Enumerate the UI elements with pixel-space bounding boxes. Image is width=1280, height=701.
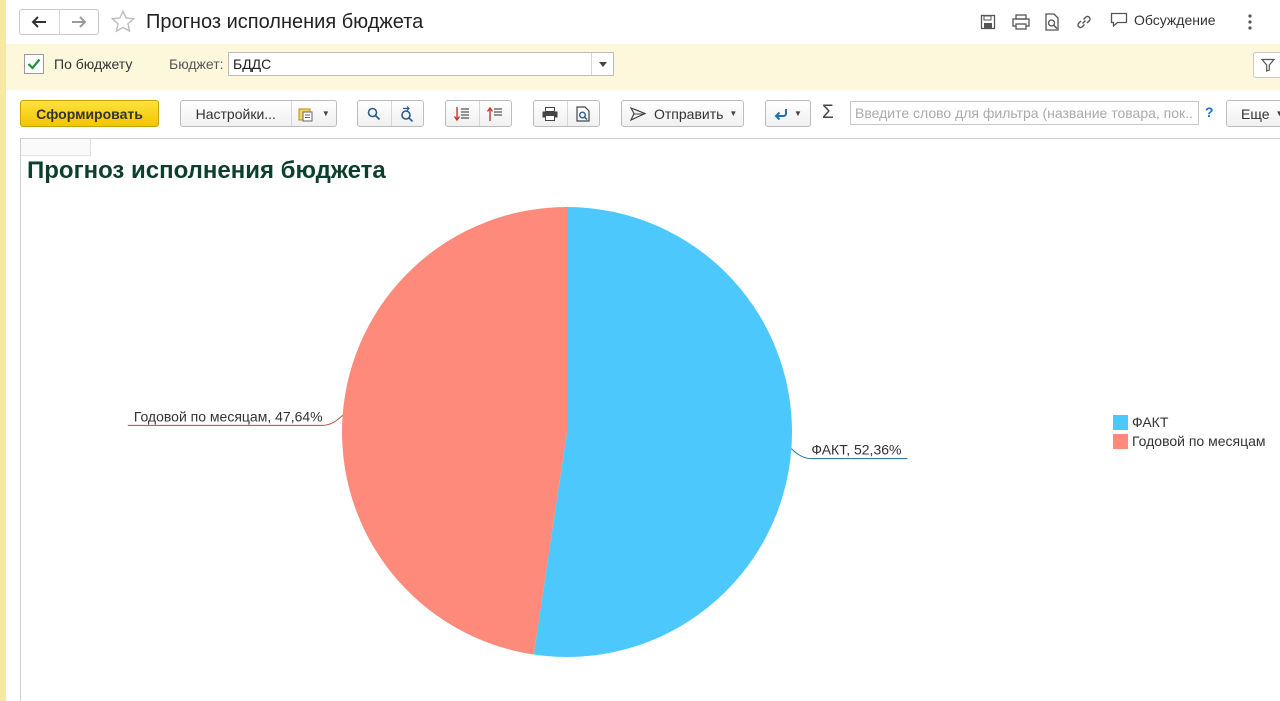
checkmark-icon [27, 58, 41, 70]
budget-dropdown-button[interactable] [591, 53, 613, 75]
discussion-button[interactable]: Обсуждение [1110, 12, 1216, 28]
by-budget-checkbox[interactable] [24, 54, 44, 74]
pie-slice-1[interactable] [533, 207, 793, 657]
chevron-down-icon [598, 61, 607, 67]
collapse-groups-button[interactable] [478, 101, 511, 126]
discussion-label: Обсуждение [1134, 12, 1216, 28]
send-button[interactable]: Отправить ▼ [621, 100, 744, 127]
legend-swatch-2 [1113, 434, 1128, 449]
by-budget-label: По бюджету [54, 56, 133, 72]
settings-label: Настройки... [195, 105, 276, 122]
send-label: Отправить [654, 105, 724, 122]
sum-icon[interactable]: Σ [822, 102, 834, 124]
print-preview-icon [576, 105, 591, 122]
funnel-icon [1261, 58, 1275, 72]
variant-dropdown-button[interactable]: ▼ [290, 101, 336, 126]
budget-label: Бюджет: [169, 56, 224, 72]
settings-group: Настройки... ▼ [180, 100, 337, 127]
page-title: Прогноз исполнения бюджета [146, 11, 424, 33]
arrow-left-icon [31, 16, 47, 28]
slice-label-2: Годовой по месяцам, 47,64% [134, 408, 323, 424]
filter-settings-button[interactable] [1253, 52, 1280, 78]
legend-entry-2: Годовой по месяцам [1132, 433, 1266, 449]
print-icon[interactable] [1011, 12, 1031, 32]
report-area[interactable]: Прогноз исполнения бюджета ФАКТ, 52,36% Г… [20, 138, 1280, 701]
favorite-star-icon[interactable] [110, 9, 136, 38]
generate-button[interactable]: Сформировать [20, 100, 159, 127]
save-icon[interactable] [978, 12, 998, 32]
chat-icon [1110, 12, 1128, 28]
search-next-icon [401, 105, 414, 122]
legend-entry-1: ФАКТ [1132, 414, 1169, 430]
link-icon[interactable] [1074, 12, 1094, 32]
help-button[interactable]: ? [1205, 104, 1214, 120]
slice-label-1: ФАКТ, 52,36% [811, 442, 901, 458]
printer-icon [542, 106, 558, 121]
sort-descending-icon [454, 106, 470, 121]
more-button[interactable]: Еще ▼ [1226, 100, 1280, 127]
search-icon [368, 107, 381, 120]
left-accent-strip [0, 0, 6, 701]
print-button[interactable] [534, 101, 567, 126]
print-preview-button[interactable] [566, 101, 599, 126]
group-expand-buttons [445, 100, 512, 127]
pie-slice-2[interactable] [342, 207, 567, 655]
arrow-right-icon [71, 16, 87, 28]
more-vertical-icon[interactable] [1246, 12, 1254, 35]
budget-value: БДДС [233, 56, 272, 72]
more-label: Еще [1241, 105, 1270, 122]
budget-select[interactable]: БДДС [228, 52, 614, 76]
find-button[interactable] [358, 101, 391, 126]
expand-groups-button[interactable] [446, 101, 479, 126]
print-group [533, 100, 600, 127]
forward-button[interactable] [58, 10, 99, 34]
filter-panel: По бюджету Бюджет: БДДС [6, 44, 1280, 90]
sort-ascending-icon [487, 106, 503, 121]
legend-swatch-1 [1113, 415, 1128, 430]
find-next-button[interactable] [390, 101, 423, 126]
title-bar: Прогноз исполнения бюджета Обсуждение [6, 0, 1280, 44]
preview-icon[interactable] [1042, 12, 1062, 32]
pie-chart: ФАКТ, 52,36% Годовой по месяцам, 47,64% Ф… [127, 207, 1266, 657]
send-icon [630, 106, 646, 121]
back-button[interactable] [20, 10, 59, 34]
undo-arrow-icon [774, 108, 788, 120]
settings-button[interactable]: Настройки... [181, 101, 291, 126]
report-variant-icon [298, 108, 313, 121]
search-group [357, 100, 424, 127]
undo-dropdown-button[interactable]: ▼ [765, 100, 811, 127]
nav-buttons [19, 9, 99, 35]
filter-search-input[interactable] [850, 101, 1199, 125]
